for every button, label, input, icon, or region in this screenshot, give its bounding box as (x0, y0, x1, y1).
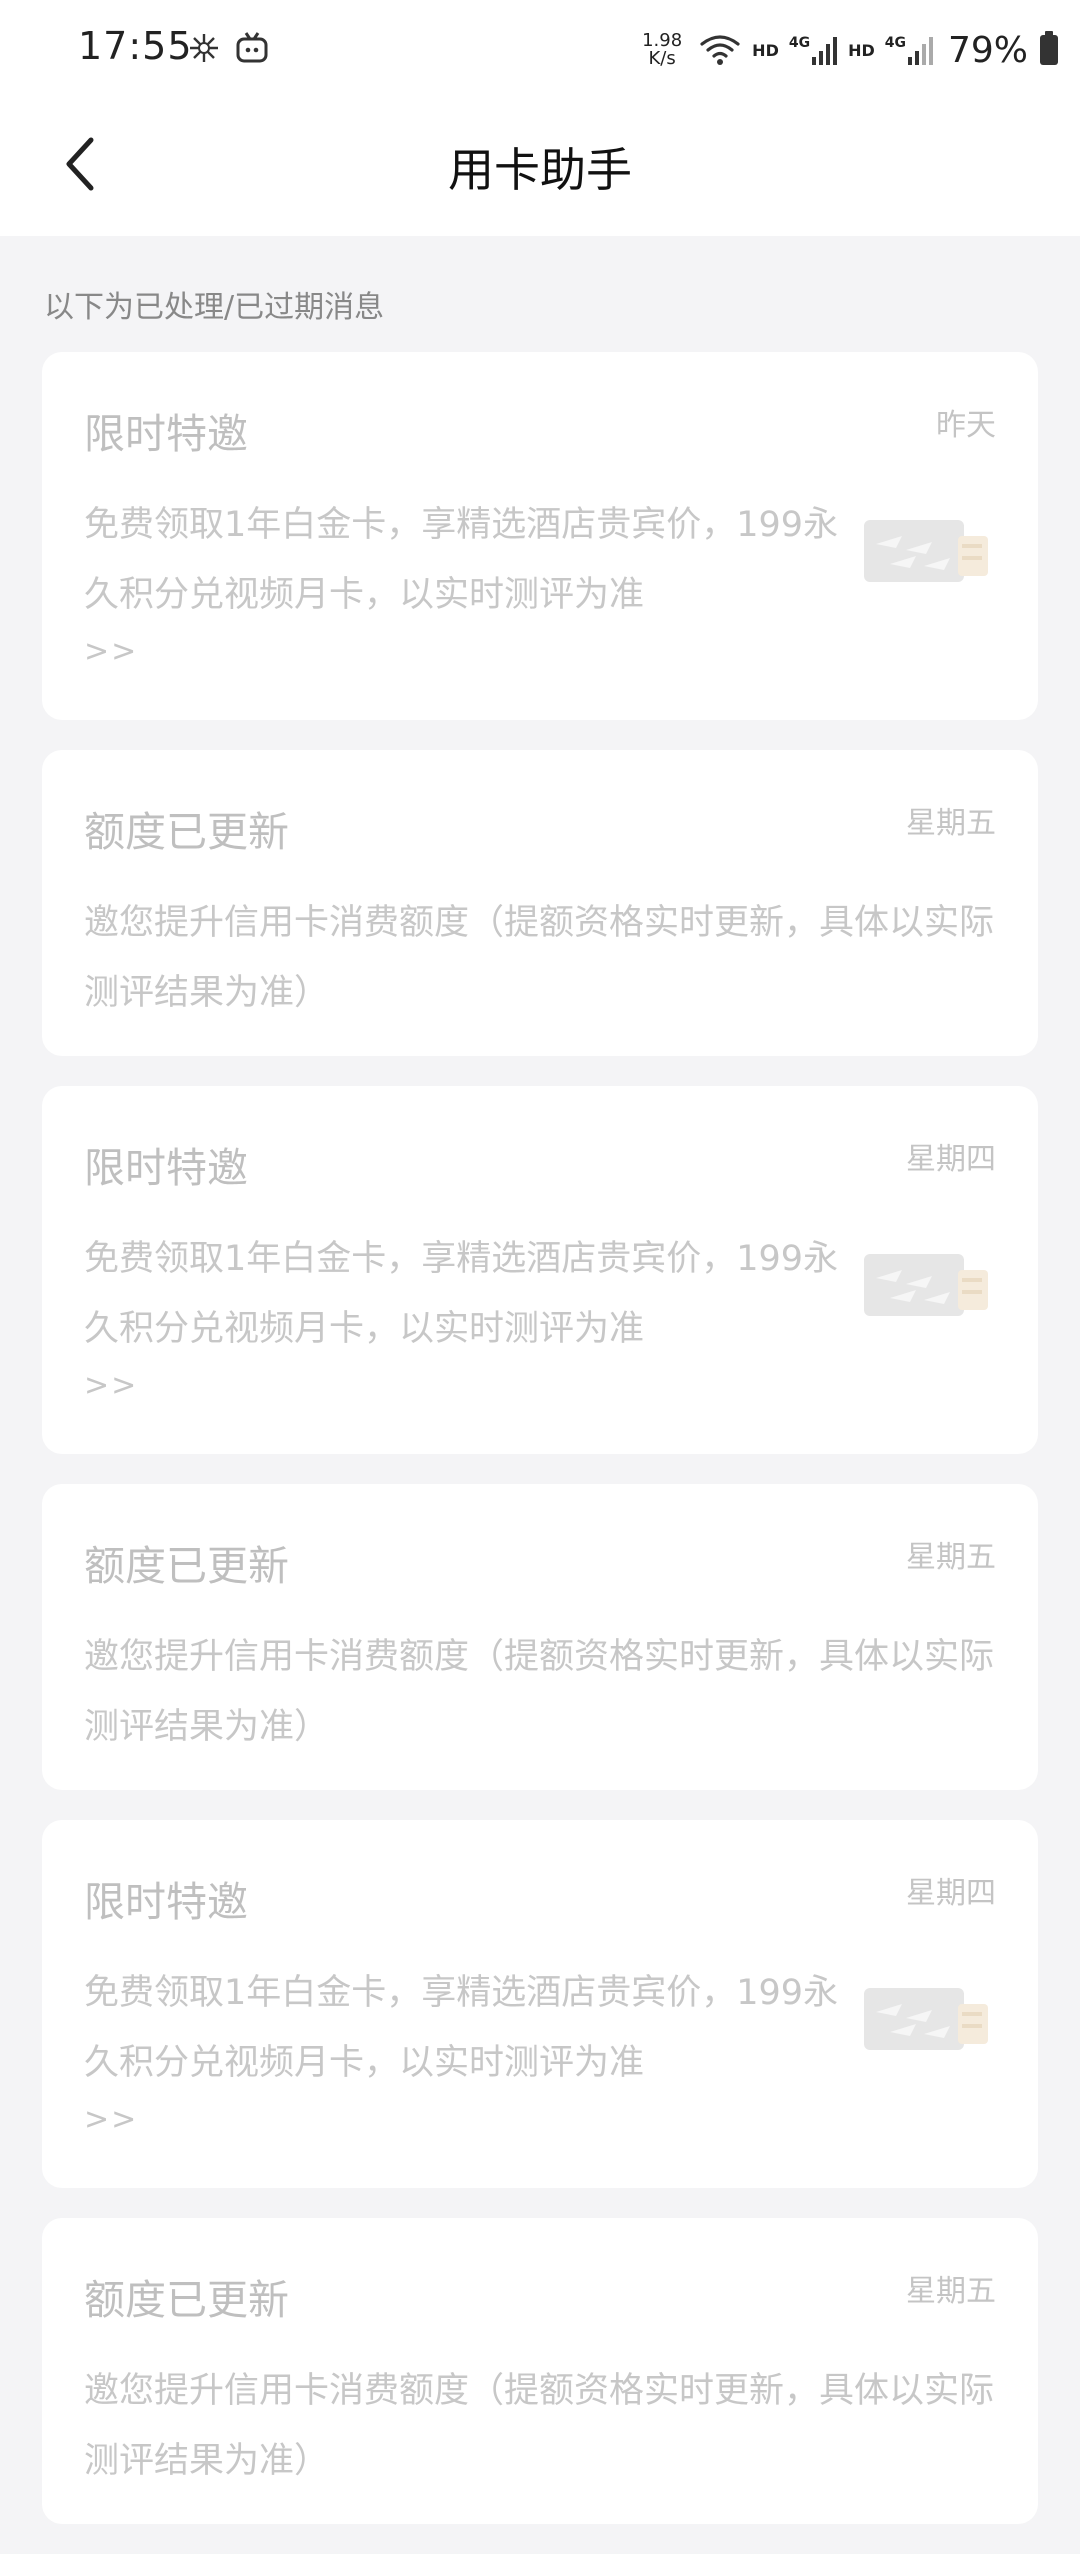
network-speed-unit: K/s (648, 48, 676, 69)
network-type-2: 4G (884, 35, 906, 51)
signal-bars-icon (812, 37, 838, 65)
hd-label-2: HD (848, 40, 875, 60)
battery-icon (1040, 31, 1058, 65)
wifi-icon (700, 35, 740, 65)
message-body: 免费领取1年白金卡，享精选酒店贵宾价，199永久积分兑视频月卡，以实时测评为准 (84, 1973, 839, 2083)
hd-label-1: HD (752, 40, 779, 60)
message-title: 限时特邀 (84, 1878, 248, 1926)
message-time: 星期五 (906, 806, 996, 841)
message-card[interactable]: 限时特邀 星期四 免费领取1年白金卡，享精选酒店贵宾价，199永久积分兑视频月卡… (42, 1086, 1038, 1454)
message-title: 额度已更新 (84, 808, 289, 856)
network-type-1: 4G (788, 35, 811, 51)
message-time: 星期四 (906, 1142, 996, 1177)
credit-card-thumbnail-icon (864, 1254, 988, 1316)
status-indicators: 1.98 K/s HD 4G HD 4G 79% (642, 26, 1058, 74)
message-title: 限时特邀 (84, 410, 248, 458)
message-body: 邀您提升信用卡消费额度（提额资格实时更新，具体以实际测评结果为准） (84, 1637, 995, 1747)
credit-card-thumbnail-icon (864, 1988, 988, 2050)
message-card[interactable]: 限时特邀 昨天 免费领取1年白金卡，享精选酒店贵宾价，199永久积分兑视频月卡，… (42, 352, 1038, 720)
message-body: 免费领取1年白金卡，享精选酒店贵宾价，199永久积分兑视频月卡，以实时测评为准 (84, 1239, 839, 1349)
battery-percent: 79% (947, 29, 1028, 71)
signal-1: 4G (789, 35, 838, 65)
credit-card-thumbnail-icon (864, 520, 988, 582)
status-time: 17:55 (78, 24, 193, 68)
more-link[interactable]: >> (84, 1368, 138, 1403)
signal-bars-icon (907, 37, 933, 65)
message-title: 额度已更新 (84, 2276, 289, 2324)
network-speed: 1.98 K/s (642, 32, 682, 68)
message-time: 昨天 (936, 408, 996, 443)
section-note: 以下为已处理/已过期消息 (44, 290, 385, 325)
status-bar: 17:55 1.98 K/s HD 4G HD 4G 79% (0, 0, 1080, 98)
page-title: 用卡助手 (448, 143, 632, 197)
flower-app-icon (190, 34, 218, 62)
tv-app-icon (236, 32, 268, 63)
more-link[interactable]: >> (84, 2102, 138, 2137)
message-title: 限时特邀 (84, 1144, 248, 1192)
message-time: 星期四 (906, 1876, 996, 1911)
message-card[interactable]: 额度已更新 星期五 邀您提升信用卡消费额度（提额资格实时更新，具体以实际测评结果… (42, 2218, 1038, 2524)
message-body: 免费领取1年白金卡，享精选酒店贵宾价，199永久积分兑视频月卡，以实时测评为准 (84, 505, 839, 615)
signal-2: 4G (885, 35, 934, 65)
message-card[interactable]: 额度已更新 星期五 邀您提升信用卡消费额度（提额资格实时更新，具体以实际测评结果… (42, 1484, 1038, 1790)
message-title: 额度已更新 (84, 1542, 289, 1590)
app-header: 用卡助手 (0, 98, 1080, 236)
message-card[interactable]: 限时特邀 星期四 免费领取1年白金卡，享精选酒店贵宾价，199永久积分兑视频月卡… (42, 1820, 1038, 2188)
message-body: 邀您提升信用卡消费额度（提额资格实时更新，具体以实际测评结果为准） (84, 903, 995, 1013)
message-body: 邀您提升信用卡消费额度（提额资格实时更新，具体以实际测评结果为准） (84, 2371, 995, 2481)
message-time: 星期五 (906, 1540, 996, 1575)
message-time: 星期五 (906, 2274, 996, 2309)
more-link[interactable]: >> (84, 634, 138, 669)
message-list: 限时特邀 昨天 免费领取1年白金卡，享精选酒店贵宾价，199永久积分兑视频月卡，… (42, 352, 1038, 2554)
message-card[interactable]: 额度已更新 星期五 邀您提升信用卡消费额度（提额资格实时更新，具体以实际测评结果… (42, 750, 1038, 1056)
